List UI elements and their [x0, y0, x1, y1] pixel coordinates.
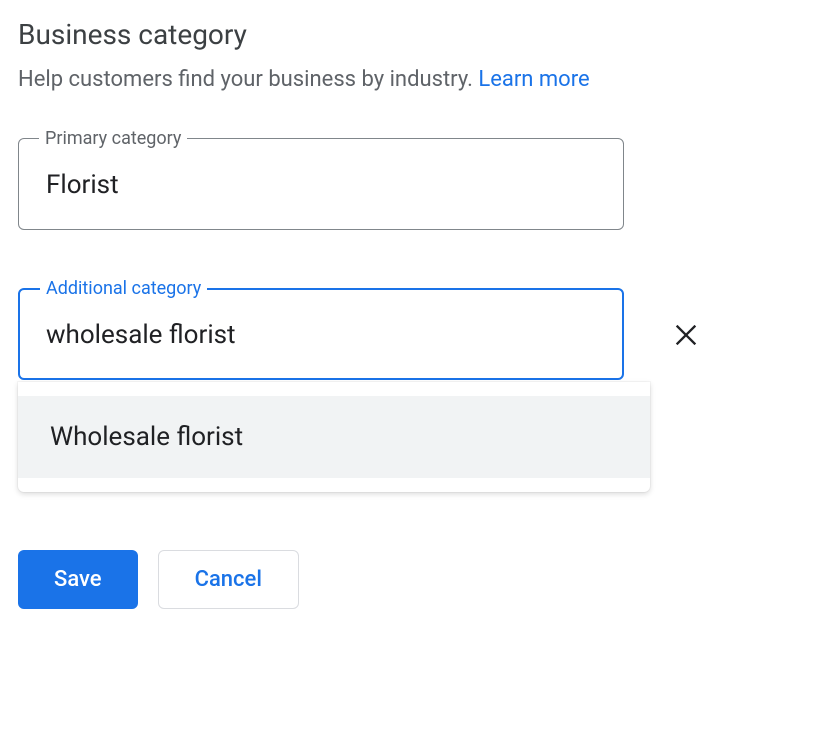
primary-category-input[interactable]: [18, 140, 624, 230]
primary-category-field: Primary category: [18, 140, 624, 230]
cancel-button[interactable]: Cancel: [158, 550, 299, 609]
help-text-prefix: Help customers find your business by ind…: [18, 67, 478, 92]
additional-category-input[interactable]: [18, 290, 624, 380]
primary-category-group: Primary category: [18, 140, 800, 230]
additional-category-field: Additional category: [18, 290, 624, 380]
section-title: Business category: [18, 18, 800, 51]
help-text: Help customers find your business by ind…: [18, 67, 800, 92]
additional-category-group: Additional category Wholesale florist: [18, 290, 800, 380]
close-icon: [672, 321, 700, 349]
suggestion-dropdown: Wholesale florist: [18, 382, 650, 492]
save-button[interactable]: Save: [18, 550, 138, 609]
learn-more-link[interactable]: Learn more: [478, 67, 589, 92]
suggestion-item[interactable]: Wholesale florist: [18, 396, 650, 478]
remove-category-button[interactable]: [664, 313, 708, 357]
button-row: Save Cancel: [18, 550, 800, 609]
